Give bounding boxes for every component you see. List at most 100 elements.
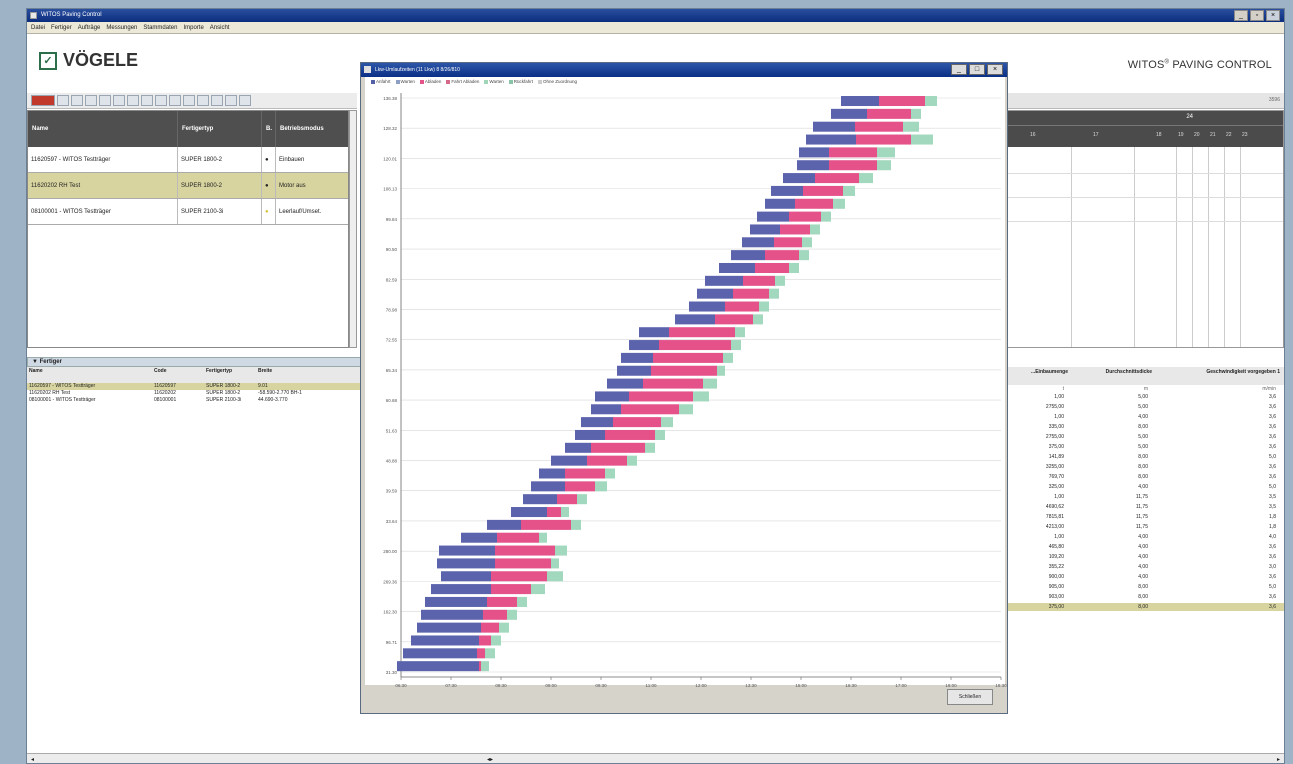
- table-row[interactable]: 109,20 4,00 3,6: [1008, 553, 1284, 561]
- window-close-icon[interactable]: ×: [1266, 10, 1280, 21]
- table-row[interactable]: 355,22 4,00 3,0: [1008, 563, 1284, 571]
- chart-bar-segment: [911, 108, 921, 119]
- table-row[interactable]: 7815,81 11,75 1,8: [1008, 513, 1284, 521]
- table-row[interactable]: 3255,00 8,00 3,6: [1008, 463, 1284, 471]
- fleet-panel-header[interactable]: ▼ Fertiger: [27, 357, 367, 367]
- col-b[interactable]: B.: [262, 111, 276, 147]
- add-icon[interactable]: [127, 95, 139, 106]
- close-button[interactable]: Schließen: [947, 689, 993, 705]
- scroll-right-icon[interactable]: ▸: [1277, 756, 1280, 763]
- chart-bar-segment: [653, 352, 723, 363]
- window-maximize-icon[interactable]: ▫: [1250, 10, 1264, 21]
- product-witos: WITOS: [1127, 59, 1165, 71]
- menu-bar: Datei Fertiger Aufträge Messungen Stammd…: [27, 22, 1284, 34]
- col-code[interactable]: Code: [152, 367, 204, 383]
- paver-grid: Name Fertigertyp B. Betriebsmodus 116205…: [27, 110, 350, 348]
- chart-bar-segment: [789, 211, 821, 222]
- col-mode[interactable]: Betriebsmodus: [276, 111, 350, 147]
- menu-stammdaten[interactable]: Stammdaten: [143, 22, 177, 33]
- menu-datei[interactable]: Datei: [31, 22, 45, 33]
- table-cell: 3,6: [1269, 464, 1276, 470]
- table-row[interactable]: 905,00 8,00 5,0: [1008, 583, 1284, 591]
- menu-fertiger[interactable]: Fertiger: [51, 22, 72, 33]
- table-row[interactable]: 335,00 8,00 3,6: [1008, 423, 1284, 431]
- menu-auftraege[interactable]: Aufträge: [78, 22, 101, 33]
- table-row[interactable]: 08100001 - WITOS Testträger SUPER 2100-3…: [28, 199, 350, 225]
- menu-importe[interactable]: Importe: [183, 22, 203, 33]
- print-icon[interactable]: [99, 95, 111, 106]
- chart-icon[interactable]: [197, 95, 209, 106]
- table-row[interactable]: 1,00 4,00 3,6: [1008, 413, 1284, 421]
- funnel-icon[interactable]: [113, 95, 125, 106]
- list-item[interactable]: 08100001 - WITOS Testträger 08100001 SUP…: [27, 397, 367, 404]
- table-row[interactable]: 1,00 11,75 3,5: [1008, 493, 1284, 501]
- settings-icon[interactable]: [225, 95, 237, 106]
- table-row[interactable]: 11620597 - WITOS Testträger SUPER 1800-2…: [28, 147, 350, 173]
- table-row[interactable]: 1,00 4,00 4,0: [1008, 533, 1284, 541]
- export-icon[interactable]: [211, 95, 223, 106]
- table-row[interactable]: 903,00 8,00 3,6: [1008, 593, 1284, 601]
- nav-last-icon[interactable]: [183, 95, 195, 106]
- chart-bar-segment: [659, 340, 731, 351]
- chart-bar-segment: [491, 635, 501, 646]
- y-tick-label: 269.36: [383, 579, 397, 584]
- col-name[interactable]: Name: [28, 111, 178, 147]
- day-label: 23: [1242, 132, 1248, 138]
- grid-icon[interactable]: [85, 95, 97, 106]
- back-icon[interactable]: [239, 95, 251, 106]
- order-table-header: ...Einbaumenge Durchschnittsdicke Geschw…: [1008, 367, 1284, 385]
- table-row[interactable]: 465,80 4,00 3,6: [1008, 543, 1284, 551]
- col-type[interactable]: Fertigertyp: [204, 367, 256, 383]
- chart-bar-segment: [605, 429, 655, 440]
- chart-bar-segment: [421, 609, 483, 620]
- alert-icon[interactable]: [31, 95, 55, 106]
- row-type: SUPER 2100-3i: [178, 199, 262, 224]
- chart-bar-segment: [799, 250, 809, 261]
- nav-prev-icon[interactable]: [155, 95, 167, 106]
- col-einbaumenge[interactable]: ...Einbaumenge: [1008, 367, 1070, 385]
- col-type[interactable]: Fertigertyp: [178, 111, 262, 147]
- unit: m/min: [1262, 386, 1276, 392]
- scroll-left-icon[interactable]: ◂: [31, 756, 34, 763]
- col-name[interactable]: Name: [27, 367, 152, 383]
- cell: -58.590-2.770 BH-1: [258, 390, 302, 396]
- list-item[interactable]: 11620202 RH Test 11620202 SUPER 1800-2 -…: [27, 390, 367, 397]
- menu-messungen[interactable]: Messungen: [106, 22, 137, 33]
- chart-bar-segment: [833, 198, 845, 209]
- refresh-icon[interactable]: [71, 95, 83, 106]
- table-row[interactable]: 4690,62 11,75 3,5: [1008, 503, 1284, 511]
- menu-ansicht[interactable]: Ansicht: [210, 22, 230, 33]
- nav-first-icon[interactable]: [141, 95, 153, 106]
- table-row[interactable]: 4213,00 11,75 1,8: [1008, 523, 1284, 531]
- table-row[interactable]: 2755,00 5,00 3,6: [1008, 403, 1284, 411]
- table-cell: 4,00: [1138, 574, 1148, 580]
- window-minimize-icon[interactable]: _: [1234, 10, 1248, 21]
- col-dicke[interactable]: Durchschnittsdicke: [1070, 367, 1154, 385]
- table-cell: 8,00: [1138, 594, 1148, 600]
- scroll-split-icon[interactable]: ◂▸: [487, 756, 493, 763]
- horizontal-scrollbar[interactable]: ◂ ◂▸ ▸: [27, 753, 1284, 763]
- col-width[interactable]: Breite: [256, 367, 367, 383]
- nav-next-icon[interactable]: [169, 95, 181, 106]
- table-row[interactable]: 2755,00 5,00 3,6: [1008, 433, 1284, 441]
- chart-bar-segment: [425, 596, 487, 607]
- filter-icon[interactable]: [57, 95, 69, 106]
- col-geschwindigkeit[interactable]: Geschwindigkeit vorgegeben 1: [1154, 367, 1282, 385]
- table-row[interactable]: 769,70 8,00 3,6: [1008, 473, 1284, 481]
- x-tick-label: 08:30: [495, 683, 507, 688]
- chart-bar-segment: [555, 545, 567, 556]
- table-row[interactable]: 375,00 5,00 3,6: [1008, 443, 1284, 451]
- table-row[interactable]: 11620202 RH Test SUPER 1800-2 ● Motor au…: [28, 173, 350, 199]
- table-row[interactable]: 141,89 8,00 5,0: [1008, 453, 1284, 461]
- table-row[interactable]: 375,00 8,00 3,6: [1008, 603, 1284, 611]
- vertical-scrollbar[interactable]: [349, 110, 357, 348]
- table-cell: 5,0: [1269, 584, 1276, 590]
- cell: 11620202 RH Test: [29, 390, 70, 396]
- table-row[interactable]: 1,00 5,00 3,6: [1008, 393, 1284, 401]
- table-row[interactable]: 325,00 4,00 5,0: [1008, 483, 1284, 491]
- list-item[interactable]: 11620597 - WITOS Testträger 11620597 SUP…: [27, 383, 367, 390]
- chart-bar-segment: [485, 648, 495, 659]
- chart-bar-segment: [539, 468, 565, 479]
- chart-bar-segment: [617, 365, 651, 376]
- table-row[interactable]: 900,00 4,00 3,6: [1008, 573, 1284, 581]
